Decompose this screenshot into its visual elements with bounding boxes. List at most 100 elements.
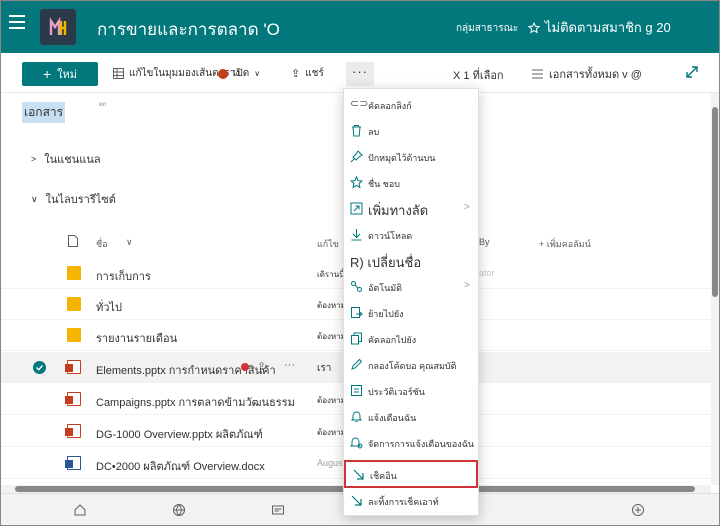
- share-icon: ⇪: [291, 68, 301, 80]
- word-file-icon: [65, 456, 81, 470]
- menu-item-label: ประวัติเวอร์ชัน: [368, 387, 425, 397]
- menu-item-check-in[interactable]: เช็คอิน: [344, 460, 478, 488]
- column-name[interactable]: ชื่อ: [96, 237, 108, 251]
- menu-item-download[interactable]: ดาวน์โหลด: [344, 222, 478, 248]
- vertical-scrollbar[interactable]: [711, 93, 719, 485]
- menu-item-label: แจ้งเตือนฉัน: [368, 413, 417, 423]
- trash-icon: [352, 125, 361, 137]
- share-icon[interactable]: ⇪: [257, 360, 266, 373]
- globe-icon[interactable]: [172, 503, 186, 517]
- more-actions-button[interactable]: ···: [346, 62, 374, 86]
- automate-icon: [351, 281, 362, 292]
- powerpoint-icon: [218, 68, 228, 79]
- file-name[interactable]: ทั่วไป: [96, 298, 122, 316]
- bell-icon: [350, 411, 363, 422]
- library-title[interactable]: เอกสาร: [22, 102, 66, 123]
- news-icon[interactable]: [271, 503, 285, 517]
- download-icon: [351, 229, 362, 241]
- view-label: เอกสารทั้งหมด v @: [549, 69, 642, 81]
- menu-item-pin-to-top[interactable]: ปักหมุดไว้ด้านบน: [344, 144, 478, 170]
- menu-item-delete[interactable]: ลบ: [344, 118, 478, 144]
- menu-item-label: ดาวน์โหลด: [368, 231, 413, 241]
- menu-item-label: จัดการการแจ้งเตือนของฉัน: [368, 439, 474, 449]
- site-title[interactable]: การขายและการตลาด 'O: [97, 16, 280, 43]
- folder-icon: [67, 328, 81, 342]
- column-modified-by[interactable]: By: [479, 237, 490, 247]
- checked-out-icon: [241, 363, 249, 371]
- more-actions-menu: ⊂⊃ คัดลอกลิงก์ ลบ ปักหมุดไว้ด้านบน ชื่น …: [343, 88, 479, 516]
- view-selector[interactable]: เอกสารทั้งหมด v @: [532, 65, 642, 83]
- menu-item-label: R) เปลี่ยนชื่อ: [350, 255, 422, 270]
- section-in-site-library[interactable]: ∨ ในไลบรารีไซต์: [31, 190, 116, 208]
- menu-item-label: คัดลอกไปยัง: [368, 335, 417, 345]
- menu-item-automate[interactable]: อัตโนมัติ >: [344, 274, 478, 300]
- open-button[interactable]: เปิด ∨: [218, 66, 260, 81]
- home-icon[interactable]: [73, 503, 87, 517]
- menu-item-label: กลองโค้ดบอ คุณสมบัติ: [368, 361, 457, 371]
- menu-item-alert-me[interactable]: แจ้งเตือนฉัน: [344, 404, 478, 430]
- file-name[interactable]: รายงานรายเดือน: [96, 329, 177, 347]
- new-label: ใหม่: [57, 69, 78, 81]
- chevron-down-icon: ∨: [126, 237, 133, 247]
- vertical-scroll-thumb[interactable]: [712, 107, 718, 297]
- follow-button[interactable]: ไม่ติดตามสมาชิก g 20: [528, 17, 671, 38]
- move-icon: [351, 307, 363, 318]
- expand-icon[interactable]: [685, 65, 699, 79]
- menu-item-label: เช็คอิน: [370, 471, 397, 481]
- folder-icon: [67, 266, 81, 280]
- star-icon: [528, 21, 540, 34]
- powerpoint-file-icon: [65, 392, 81, 406]
- modified-value: เดิรานนี้: [317, 270, 345, 279]
- new-button[interactable]: + ใหม่: [22, 62, 98, 86]
- chevron-down-icon: ∨: [31, 193, 38, 204]
- menu-item-properties[interactable]: กลองโค้ดบอ คุณสมบัติ: [344, 352, 478, 378]
- open-label: เปิด: [233, 68, 250, 79]
- menu-item-version-history[interactable]: ประวัติเวอร์ชัน: [344, 378, 478, 404]
- pin-icon: [350, 150, 363, 163]
- checkmark-icon[interactable]: [33, 361, 46, 374]
- menu-item-label: เพิ่มทางลัด: [368, 203, 429, 218]
- file-name[interactable]: การเก็บการ: [96, 267, 151, 285]
- menu-item-label: ย้ายไปยัง: [368, 309, 404, 319]
- menu-item-label: ชื่น ชอบ: [368, 179, 400, 189]
- checkin-icon: [353, 469, 364, 480]
- menu-item-copy-link[interactable]: ⊂⊃ คัดลอกลิงก์: [344, 92, 478, 118]
- file-name[interactable]: Elements.pptx การกำหนดราคาสินค้า: [96, 361, 276, 379]
- menu-item-copy-to[interactable]: คัดลอกไปยัง: [344, 326, 478, 352]
- share-button[interactable]: ⇪ แชร์: [291, 66, 324, 81]
- command-bar: + ใหม่ แก้ไขในมุมมองเส้นตาราง เปิด ∨ ⇪ แ…: [1, 53, 719, 93]
- file-name[interactable]: Campaigns.pptx การตลาดข้ามวัฒนธรรม: [96, 393, 295, 411]
- menu-item-favorite[interactable]: ชื่น ชอบ: [344, 170, 478, 196]
- menu-item-label: คัดลอกลิงก์: [368, 101, 412, 111]
- discard-checkout-icon: [351, 495, 362, 506]
- chevron-right-icon: >: [31, 154, 37, 164]
- plus-icon: +: [42, 66, 52, 82]
- hamburger-menu-icon[interactable]: [9, 15, 25, 29]
- file-name[interactable]: DC•2000 ผลิตภัณฑ์ Overview.docx: [96, 457, 265, 475]
- menu-item-label: ปักหมุดไว้ด้านบน: [368, 153, 436, 163]
- group-privacy-label: กลุ่มสาธารณะ: [456, 23, 519, 34]
- menu-item-manage-alerts[interactable]: จัดการการแจ้งเตือนของฉัน: [344, 430, 478, 456]
- column-modified[interactable]: แก้ไข: [317, 237, 339, 251]
- add-icon[interactable]: [631, 503, 645, 517]
- menu-item-move-to[interactable]: ย้ายไปยัง: [344, 300, 478, 326]
- more-options-icon[interactable]: ···: [284, 359, 295, 371]
- edit-icon: [351, 358, 363, 370]
- grid-icon: [113, 68, 124, 79]
- sharepoint-window: การขายและการตลาด 'O กลุ่มสาธารณะ ไม่ติดต…: [0, 0, 720, 526]
- menu-item-discard-checkout[interactable]: ละทิ้งการเช็คเอาท์: [344, 488, 478, 514]
- chevron-right-icon: >: [464, 202, 470, 213]
- menu-item-rename[interactable]: R) เปลี่ยนชื่อ: [344, 248, 478, 274]
- selected-count[interactable]: X 1 ที่เลือก: [453, 66, 504, 84]
- star-icon: [350, 176, 363, 189]
- section-in-channel[interactable]: > ในแชนแนล: [31, 150, 101, 168]
- menu-item-add-shortcut[interactable]: เพิ่มทางลัด >: [344, 196, 478, 222]
- modified-value: August: [317, 458, 346, 468]
- copy-icon: [351, 332, 362, 345]
- library-title-badge: ตก: [99, 102, 107, 108]
- add-column-button[interactable]: + เพิ่มคอลัมน์: [539, 237, 591, 251]
- section-label: ในแชนแนล: [44, 154, 101, 166]
- file-name[interactable]: DG-1000 Overview.pptx ผลิตภัณฑ์: [96, 425, 263, 443]
- follow-label: ไม่ติดตามสมาชิก g 20: [545, 20, 671, 35]
- site-logo[interactable]: [40, 9, 76, 45]
